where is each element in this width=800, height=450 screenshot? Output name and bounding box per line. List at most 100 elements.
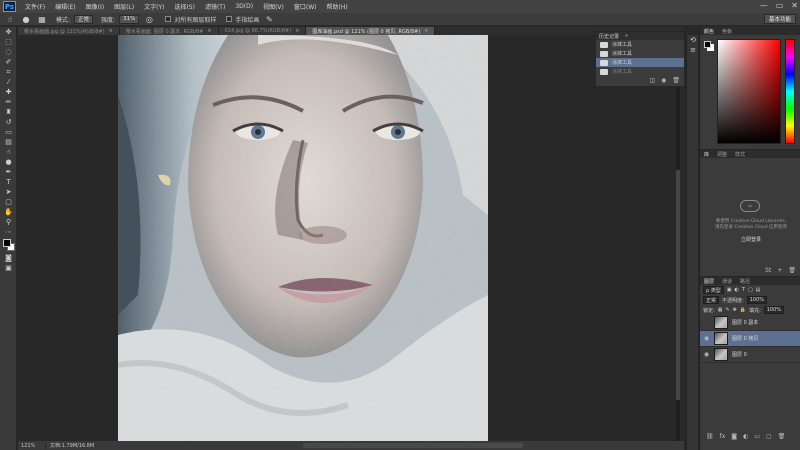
- tab-styles[interactable]: 样式: [735, 151, 745, 158]
- foreground-color-swatch[interactable]: [704, 41, 711, 48]
- sign-in-link[interactable]: 立即登录: [706, 236, 796, 243]
- snapshot-icon[interactable]: ◉: [661, 77, 666, 84]
- brush-panel-icon[interactable]: ▦: [36, 15, 48, 24]
- menu-filter[interactable]: 滤镜(T): [200, 2, 230, 11]
- menu-window[interactable]: 窗口(W): [289, 2, 322, 11]
- tab-adjustments[interactable]: 调整: [717, 151, 727, 158]
- filter-adjustment-icon[interactable]: ◐: [735, 287, 739, 293]
- close-icon[interactable]: ×: [295, 28, 299, 34]
- brush-preset-icon[interactable]: ●: [20, 15, 32, 24]
- trash-icon[interactable]: 🗑: [778, 433, 786, 440]
- sample-all-layers-checkbox[interactable]: 对所有图层取样: [165, 15, 216, 24]
- tab-layers[interactable]: 图层: [704, 278, 714, 285]
- opacity-input[interactable]: 100%: [746, 296, 767, 304]
- scrollbar-thumb[interactable]: [676, 170, 680, 400]
- strength-input[interactable]: 31%: [119, 14, 140, 24]
- fill-input[interactable]: 100%: [763, 306, 785, 314]
- zoom-tool-icon[interactable]: ⚲: [0, 217, 17, 227]
- lock-transparent-icon[interactable]: ▦: [718, 307, 723, 313]
- lock-image-icon[interactable]: ✎: [725, 307, 729, 313]
- add-icon[interactable]: +: [777, 267, 782, 274]
- history-item[interactable]: 涂抹工具: [596, 49, 684, 58]
- trash-icon[interactable]: 🗑: [672, 77, 680, 84]
- filter-image-icon[interactable]: ▣: [727, 287, 732, 293]
- marquee-tool-icon[interactable]: ⬚: [0, 37, 17, 47]
- filter-smart-object-icon[interactable]: ▤: [756, 287, 761, 293]
- close-button[interactable]: ✕: [791, 1, 798, 10]
- color-panel-swatches[interactable]: [704, 41, 714, 51]
- color-picker-field[interactable]: [717, 39, 781, 144]
- tab-color[interactable]: 颜色: [704, 28, 714, 35]
- layer-row[interactable]: ◉ 图层 0: [700, 347, 800, 363]
- quick-mask-icon[interactable]: ◙: [0, 253, 17, 263]
- document-tab[interactable]: 樱水看画面.jpg @ 121%(RGB/8#) ×: [18, 27, 120, 35]
- menu-view[interactable]: 视图(V): [258, 2, 289, 11]
- mode-select[interactable]: 正常: [74, 14, 94, 24]
- menu-type[interactable]: 文字(Y): [139, 2, 169, 11]
- tab-channels[interactable]: 通道: [722, 278, 732, 285]
- document-tab-active[interactable]: 图库油画.psd @ 121% (图层 0 拷贝, RGB/8#) ×: [306, 27, 436, 35]
- new-document-from-state-icon[interactable]: ◫: [649, 77, 655, 84]
- canvas-area[interactable]: [18, 35, 680, 441]
- eraser-tool-icon[interactable]: ▭: [0, 127, 17, 137]
- document-tab[interactable]: 014.jpg @ 66.7%(RGB/8#) ×: [218, 27, 307, 35]
- menu-image[interactable]: 图像(I): [81, 2, 109, 11]
- filter-type-icon[interactable]: T: [742, 287, 745, 293]
- new-layer-icon[interactable]: ▢: [766, 433, 772, 440]
- lock-position-icon[interactable]: ✥: [733, 307, 737, 313]
- close-icon[interactable]: ×: [424, 28, 428, 34]
- menu-edit[interactable]: 编辑(E): [50, 2, 80, 11]
- hue-slider[interactable]: [785, 39, 795, 144]
- document-tab[interactable]: 樱水看画面, 图层 0 副本, RGB/8# ×: [119, 27, 219, 35]
- tab-swatches[interactable]: 色板: [722, 28, 732, 35]
- layer-row-selected[interactable]: ◉ 图层 0 拷贝: [700, 331, 800, 347]
- type-tool-icon[interactable]: T: [0, 177, 17, 187]
- fx-icon[interactable]: fx: [720, 433, 726, 440]
- screen-mode-icon[interactable]: ▣: [0, 263, 17, 273]
- vertical-scrollbar[interactable]: [676, 35, 680, 441]
- eye-icon[interactable]: ◉: [703, 351, 710, 358]
- properties-panel-icon[interactable]: ≡: [687, 45, 699, 55]
- eyedropper-tool-icon[interactable]: ⁄: [0, 77, 17, 87]
- brush-tool-icon[interactable]: ✏: [0, 97, 17, 107]
- layer-row[interactable]: 图层 0 副本: [700, 315, 800, 331]
- history-item-undone[interactable]: 涂抹工具: [596, 67, 684, 76]
- finger-paint-checkbox[interactable]: 手指绘画: [226, 15, 259, 24]
- dodge-tool-icon[interactable]: ●: [0, 157, 17, 167]
- menu-3d[interactable]: 3D(D): [230, 3, 258, 10]
- crop-tool-icon[interactable]: ⌗: [0, 67, 17, 77]
- panel-menu-icon[interactable]: »: [625, 33, 628, 39]
- minimize-button[interactable]: —: [760, 1, 768, 10]
- quick-select-tool-icon[interactable]: ✐: [0, 57, 17, 67]
- stock-icon[interactable]: St: [765, 267, 771, 274]
- history-panel-icon[interactable]: ⟲: [687, 35, 699, 45]
- tab-paths[interactable]: 路径: [740, 278, 750, 285]
- lasso-tool-icon[interactable]: ◌: [0, 47, 17, 57]
- eye-icon[interactable]: ◉: [703, 335, 710, 342]
- history-brush-tool-icon[interactable]: ↺: [0, 117, 17, 127]
- trash-icon[interactable]: 🗑: [788, 267, 796, 274]
- menu-layer[interactable]: 图层(L): [109, 2, 139, 11]
- add-mask-icon[interactable]: ◙: [731, 433, 737, 440]
- horizontal-scrollbar[interactable]: [303, 443, 523, 448]
- workspace-select[interactable]: 基本功能: [763, 14, 796, 24]
- link-layers-icon[interactable]: ⛓: [706, 433, 714, 440]
- close-icon[interactable]: ×: [109, 28, 113, 34]
- history-item[interactable]: 涂抹工具: [596, 40, 684, 49]
- maximize-button[interactable]: ▭: [776, 1, 784, 10]
- history-item-selected[interactable]: 涂抹工具: [596, 58, 684, 67]
- shape-tool-icon[interactable]: ▢: [0, 197, 17, 207]
- tab-history[interactable]: 历史记录: [599, 33, 619, 40]
- pen-tool-icon[interactable]: ✒: [0, 167, 17, 177]
- gradient-tool-icon[interactable]: ▤: [0, 137, 17, 147]
- blend-mode-select[interactable]: 正常: [703, 296, 720, 304]
- tab-libraries[interactable]: 库: [704, 151, 709, 158]
- tablet-pressure-icon[interactable]: ✎: [263, 15, 275, 24]
- clone-stamp-tool-icon[interactable]: ♜: [0, 107, 17, 117]
- move-tool-icon[interactable]: ✥: [0, 27, 17, 37]
- smudge-tool-icon[interactable]: ☝: [0, 147, 17, 157]
- document-info[interactable]: 文档:1.79M/16.8M: [46, 442, 94, 449]
- path-select-tool-icon[interactable]: ➤: [0, 187, 17, 197]
- layer-filter-select[interactable]: ρ 类型: [703, 286, 724, 294]
- group-icon[interactable]: ▭: [754, 433, 760, 440]
